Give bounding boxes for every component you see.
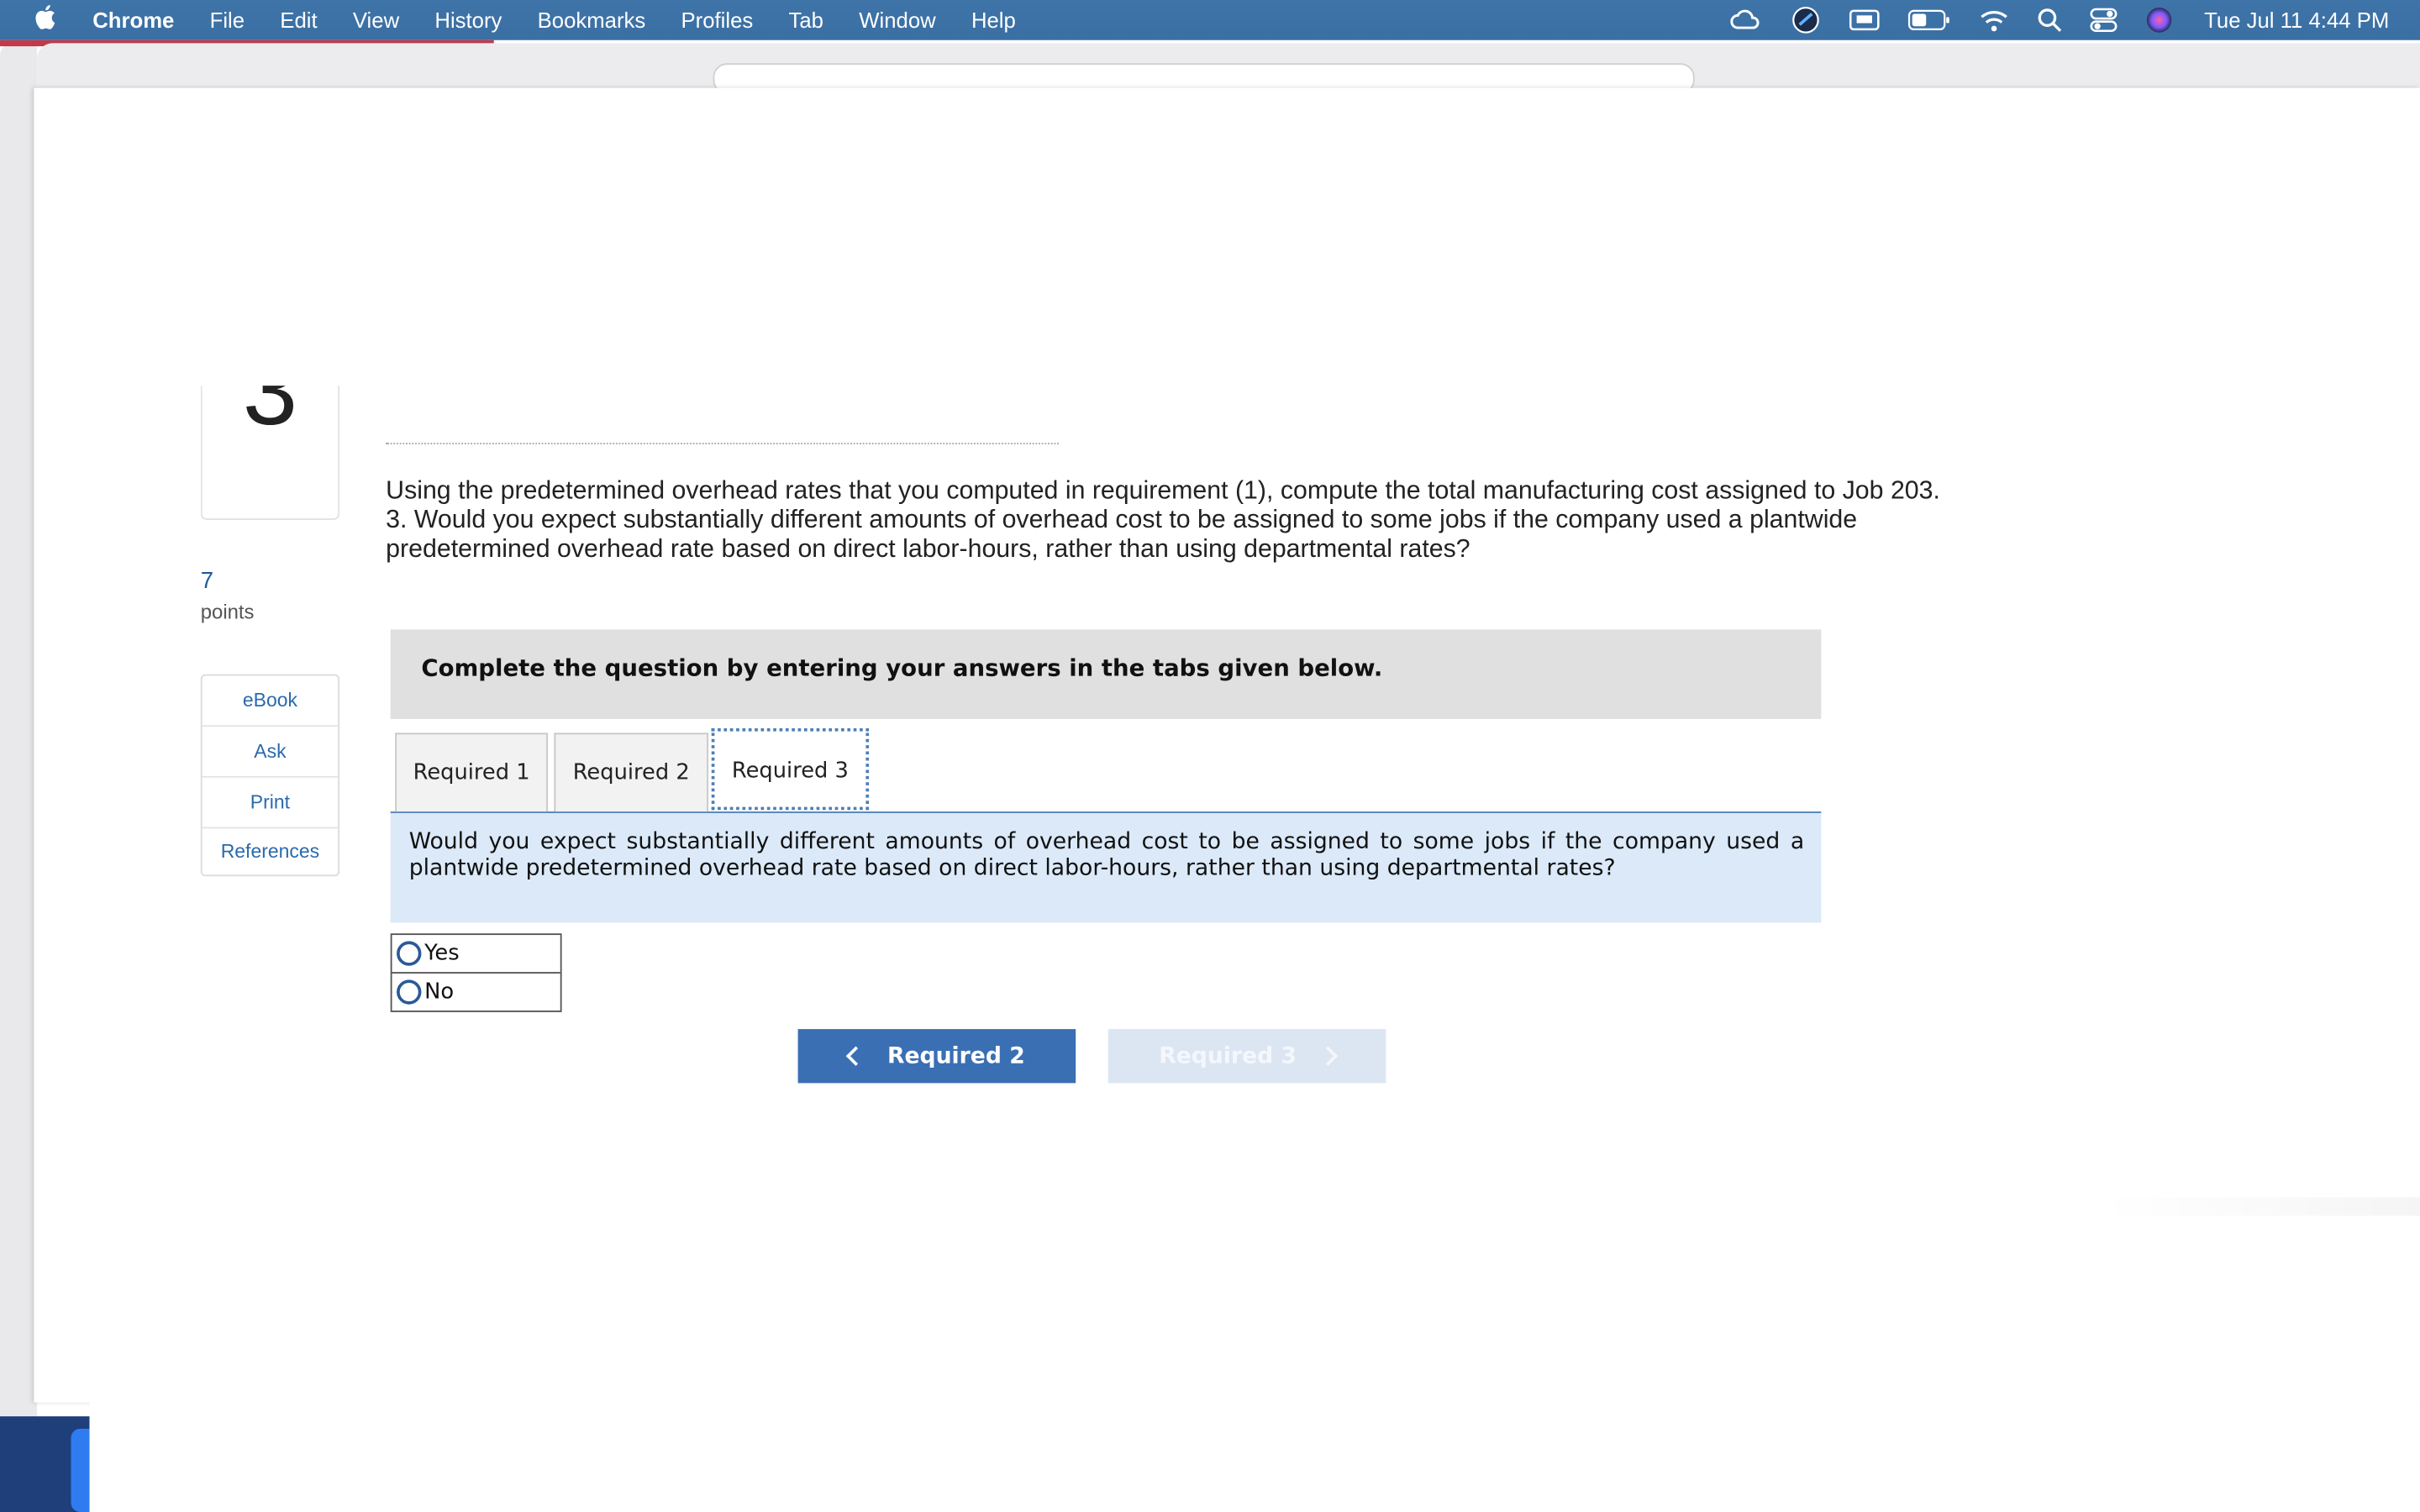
status-area: Tue Jul 11 4:44 PM [1701,0,2420,40]
option-no-label: No [424,979,455,1005]
instruction-banner: Complete the question by entering your a… [390,629,1822,719]
prompt-line-2: 3. Would you expect substantially differ… [386,506,1858,564]
answer-options: Yes No [390,933,562,1012]
apple-logo-icon[interactable] [34,3,61,37]
vpn-icon[interactable] [1791,5,1822,36]
macos-menu-bar: Chrome File Edit View History Bookmarks … [0,0,2420,40]
browser-toolbar [37,43,2420,95]
question-number: 3 [242,386,298,446]
menu-bookmarks[interactable]: Bookmarks [538,8,646,32]
tab-required-1[interactable]: Required 1 [395,732,549,812]
references-link[interactable]: References [203,828,339,874]
menu-app-name[interactable]: Chrome [92,8,174,32]
tab-question-panel: Would you expect substantially different… [390,812,1822,923]
radio-no[interactable] [397,979,422,1005]
option-yes-label: Yes [424,941,460,966]
chevron-right-icon [1318,1046,1339,1066]
radio-yes[interactable] [397,941,422,966]
menu-view[interactable]: View [353,8,399,32]
prev-button-label: Required 2 [886,1043,1025,1068]
control-center-icon[interactable] [2090,8,2118,33]
option-yes[interactable]: Yes [392,935,560,972]
creative-cloud-icon[interactable] [1728,8,1762,32]
menu-window[interactable]: Window [859,8,935,32]
tab-question-text: Would you expect substantially different… [408,830,1805,881]
panel-shadow [2098,1197,2420,1216]
question-prompt: Using the predetermined overhead rates t… [386,477,1960,565]
instruction-text: Complete the question by entering your a… [421,654,1383,682]
prev-required-button[interactable]: Required 2 [797,1029,1076,1084]
menu-tab[interactable]: Tab [789,8,823,32]
menu-clock[interactable]: Tue Jul 11 4:44 PM [2204,8,2389,32]
chevron-left-icon [845,1046,865,1066]
points-value: 7 [200,567,214,595]
display-icon[interactable] [1849,9,1881,31]
background-window [0,43,38,1417]
question-number-box: 3 [200,386,340,520]
dock-edge [0,1416,93,1512]
cut-off-table-edge [386,443,1059,448]
ebook-link[interactable]: eBook [202,675,339,727]
next-button-label: Required 3 [1159,1043,1297,1068]
prompt-line-1: Using the predetermined overhead rates t… [386,476,1940,505]
question-tools: eBook Ask Print References [200,674,340,877]
battery-icon[interactable] [1907,9,1950,31]
wifi-icon[interactable] [1979,8,2010,32]
print-link[interactable]: Print [202,778,339,829]
points-label: points [200,600,255,624]
spotlight-search-icon[interactable] [2038,8,2062,32]
menu-file[interactable]: File [210,8,245,32]
ask-link[interactable]: Ask [202,727,339,778]
requirement-tabs: Required 1 Required 2 Required 3 [390,727,1822,813]
next-required-button[interactable]: Required 3 [1107,1029,1386,1084]
tab-required-2[interactable]: Required 2 [554,732,709,812]
menu-history[interactable]: History [434,8,502,32]
siri-icon[interactable] [2145,6,2173,34]
menu-profiles[interactable]: Profiles [681,8,754,32]
menu-help[interactable]: Help [971,8,1016,32]
page-sheet-bottom [89,1402,2420,1512]
option-no[interactable]: No [392,972,560,1011]
tab-required-3[interactable]: Required 3 [711,727,870,811]
menu-edit[interactable]: Edit [280,8,317,32]
